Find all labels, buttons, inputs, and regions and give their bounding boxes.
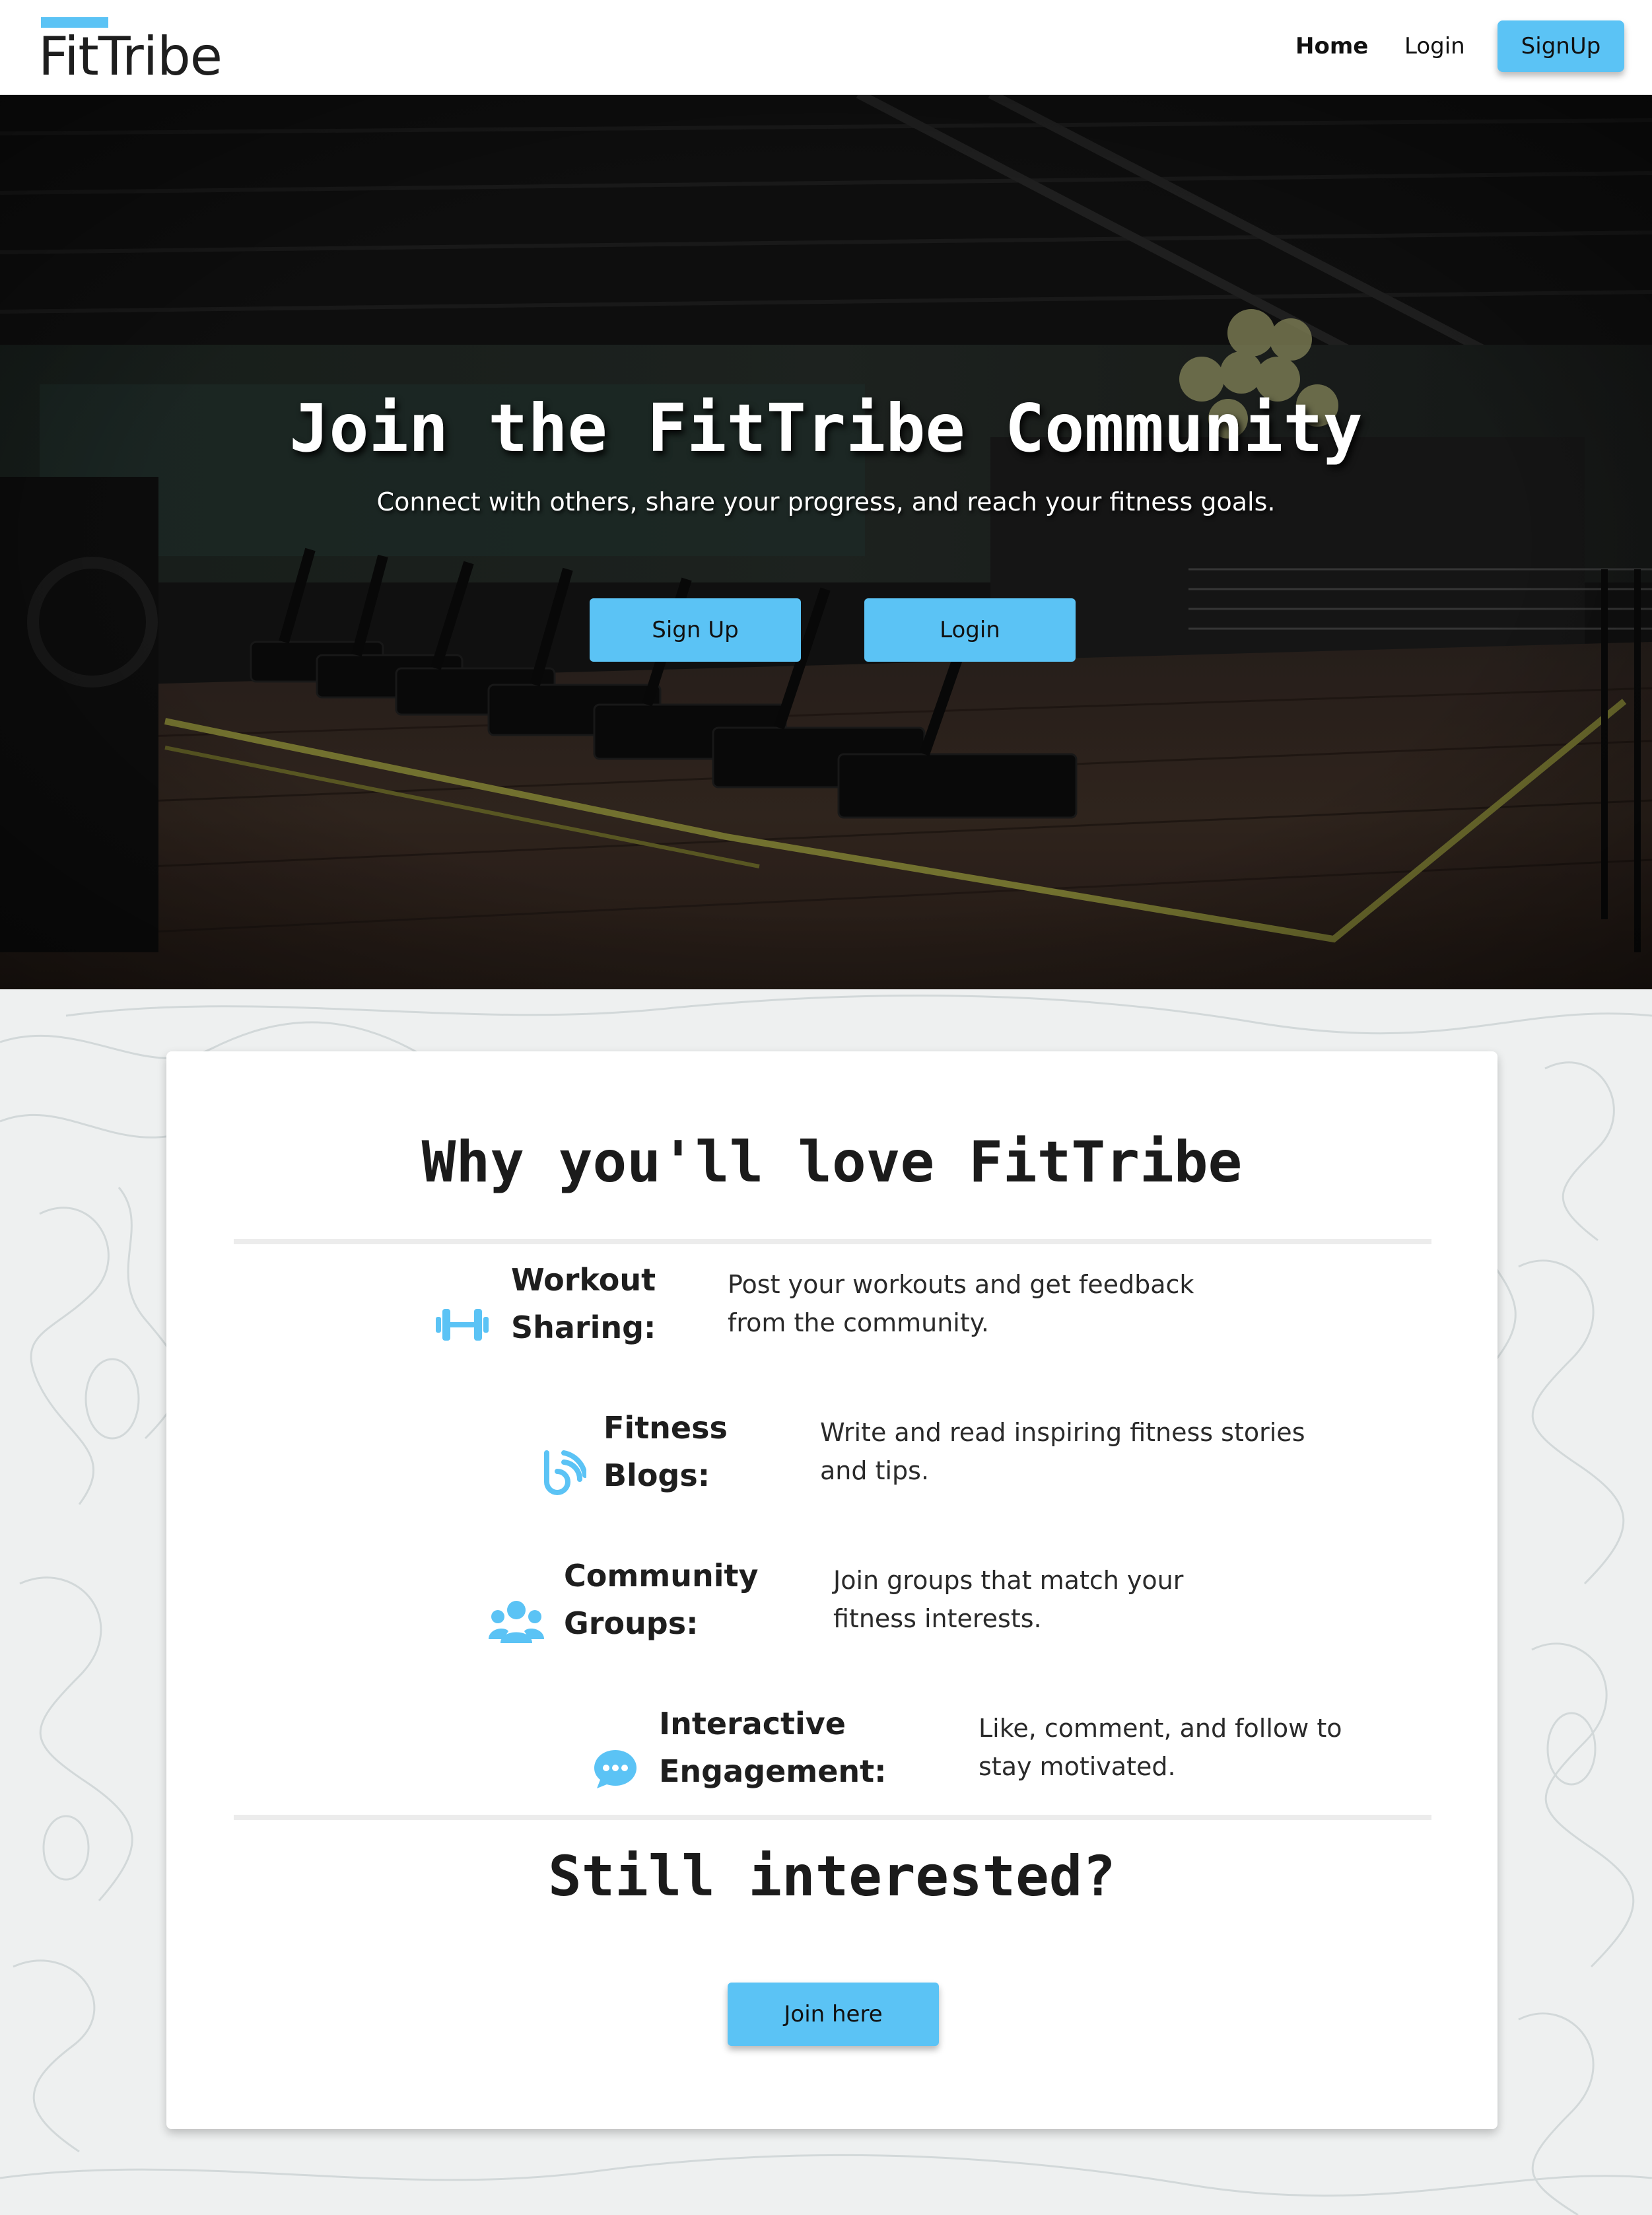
feature-description: Join groups that match your fitness inte… (833, 1566, 1184, 1633)
blog-icon (544, 1450, 586, 1495)
hero-signup-button[interactable]: Sign Up (590, 598, 801, 662)
feature-description: Write and read inspiring fitness stories… (820, 1418, 1305, 1485)
feature-description: Like, comment, and follow to stay motiva… (979, 1714, 1342, 1781)
nav-signup-button[interactable]: SignUp (1497, 20, 1624, 72)
logo-text: FitTribe (38, 26, 223, 87)
hero-title: Join the FitTribe Community (289, 390, 1363, 467)
join-here-button[interactable]: Join here (728, 1983, 939, 2046)
chat-icon (594, 1750, 637, 1788)
dumbbell-icon (436, 1309, 489, 1341)
features-title: Why you'll love FitTribe (421, 1129, 1243, 1195)
divider (234, 1815, 1431, 1820)
cta-title: Still interested? (548, 1844, 1116, 1909)
feature-title: Workout Sharing: (511, 1262, 656, 1345)
hero-subtitle: Connect with others, share your progress… (376, 487, 1276, 516)
feature-title: Fitness Blogs: (603, 1410, 728, 1493)
users-icon (489, 1601, 544, 1643)
feature-description: Post your workouts and get feedback from… (728, 1270, 1194, 1337)
features-card: Why you'll love FitTribe Workout Sharing… (166, 1051, 1497, 2129)
navbar: FitTribe Home Login SignUp (0, 0, 1652, 95)
hero-background-image (0, 94, 1652, 989)
nav-login-link[interactable]: Login (1404, 33, 1465, 59)
hero-login-button[interactable]: Login (864, 598, 1076, 662)
hero-section: Join the FitTribe Community Connect with… (0, 94, 1652, 989)
feature-title: Community Groups: (564, 1558, 759, 1641)
divider (234, 1239, 1431, 1244)
nav-home-link[interactable]: Home (1295, 33, 1368, 59)
features-section: Why you'll love FitTribe Workout Sharing… (0, 989, 1652, 2215)
feature-title: Interactive Engagement: (659, 1706, 887, 1789)
